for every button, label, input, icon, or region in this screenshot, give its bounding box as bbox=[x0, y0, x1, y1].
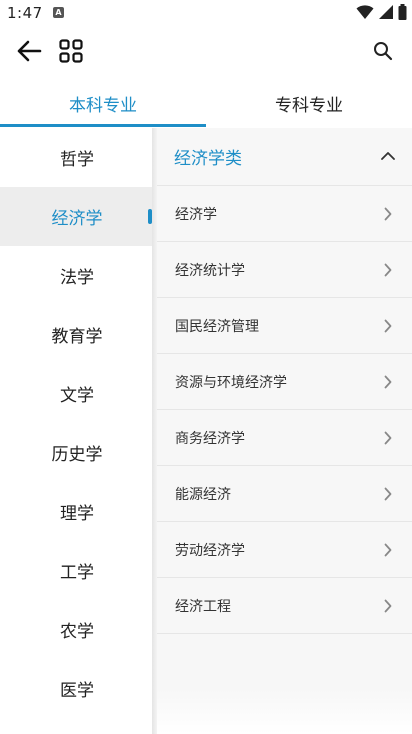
tab-indicator bbox=[0, 124, 206, 127]
major-label: 经济学 bbox=[175, 206, 217, 223]
discipline-item-literature[interactable]: 文学 bbox=[0, 364, 154, 423]
discipline-label: 历史学 bbox=[51, 445, 103, 465]
discipline-item-economics[interactable]: 经济学 bbox=[0, 187, 154, 246]
major-level-tabs: 本科专业 专科专业 bbox=[0, 80, 412, 128]
major-label: 能源经济 bbox=[175, 486, 231, 503]
discipline-item-engineering[interactable]: 工学 bbox=[0, 541, 154, 600]
notification-app-icon: A bbox=[53, 7, 64, 18]
back-button[interactable] bbox=[14, 38, 44, 68]
major-item[interactable]: 资源与环境经济学 bbox=[157, 354, 412, 410]
chevron-right-icon bbox=[382, 540, 394, 560]
major-label: 经济工程 bbox=[175, 598, 231, 615]
chevron-right-icon bbox=[382, 260, 394, 280]
major-item[interactable]: 商务经济学 bbox=[157, 410, 412, 466]
tab-undergraduate[interactable]: 本科专业 bbox=[0, 80, 206, 126]
tab-junior-college[interactable]: 专科专业 bbox=[206, 80, 412, 126]
discipline-item-history[interactable]: 历史学 bbox=[0, 423, 154, 482]
discipline-item-agriculture[interactable]: 农学 bbox=[0, 600, 154, 659]
group-header[interactable]: 经济学类 bbox=[157, 128, 412, 186]
major-item[interactable]: 国民经济管理 bbox=[157, 298, 412, 354]
back-arrow-icon bbox=[16, 39, 42, 67]
major-item[interactable]: 经济统计学 bbox=[157, 242, 412, 298]
major-item[interactable]: 劳动经济学 bbox=[157, 522, 412, 578]
major-label: 经济统计学 bbox=[175, 262, 245, 279]
discipline-item-philosophy[interactable]: 哲学 bbox=[0, 128, 154, 187]
major-label: 商务经济学 bbox=[175, 430, 245, 447]
status-indicators bbox=[356, 4, 407, 24]
chevron-right-icon bbox=[382, 316, 394, 336]
discipline-label: 经济学 bbox=[51, 209, 103, 229]
major-label: 资源与环境经济学 bbox=[175, 374, 287, 391]
discipline-label: 哲学 bbox=[60, 150, 94, 170]
chevron-right-icon bbox=[382, 428, 394, 448]
status-bar: 1:47 A bbox=[0, 0, 412, 28]
discipline-label: 医学 bbox=[60, 681, 94, 701]
major-item[interactable]: 能源经济 bbox=[157, 466, 412, 522]
discipline-list: 哲学 经济学 法学 教育学 文学 历史学 理学 工学 农学 医学 bbox=[0, 128, 154, 734]
chevron-right-icon bbox=[382, 484, 394, 504]
major-item[interactable]: 经济学 bbox=[157, 186, 412, 242]
chevron-right-icon bbox=[382, 596, 394, 616]
bottom-fade bbox=[157, 690, 412, 734]
chevron-right-icon bbox=[382, 372, 394, 392]
discipline-label: 教育学 bbox=[51, 327, 103, 347]
discipline-label: 工学 bbox=[60, 563, 94, 583]
discipline-label: 理学 bbox=[60, 504, 94, 524]
chevron-up-icon[interactable] bbox=[378, 146, 398, 166]
discipline-label: 法学 bbox=[60, 268, 94, 288]
discipline-item-education[interactable]: 教育学 bbox=[0, 305, 154, 364]
major-label: 国民经济管理 bbox=[175, 318, 259, 335]
major-item[interactable]: 经济工程 bbox=[157, 578, 412, 634]
discipline-label: 文学 bbox=[60, 386, 94, 406]
search-button[interactable] bbox=[368, 38, 398, 68]
category-grid-button[interactable] bbox=[56, 38, 86, 68]
discipline-item-science[interactable]: 理学 bbox=[0, 482, 154, 541]
grid-icon bbox=[59, 39, 83, 67]
discipline-item-law[interactable]: 法学 bbox=[0, 246, 154, 305]
signal-icon bbox=[378, 4, 394, 24]
major-label: 劳动经济学 bbox=[175, 542, 245, 559]
group-title: 经济学类 bbox=[174, 149, 242, 169]
search-icon bbox=[373, 41, 393, 65]
chevron-right-icon bbox=[382, 204, 394, 224]
app-bar bbox=[0, 28, 412, 78]
discipline-item-medicine[interactable]: 医学 bbox=[0, 659, 154, 718]
status-time: 1:47 bbox=[7, 4, 43, 22]
discipline-label: 农学 bbox=[60, 622, 94, 642]
wifi-icon bbox=[356, 4, 374, 24]
major-panel: 经济学类 经济学 经济统计学 国民经济管理 资源与环境经济学 商务经济学 能源经… bbox=[157, 128, 412, 734]
battery-icon bbox=[398, 4, 407, 24]
